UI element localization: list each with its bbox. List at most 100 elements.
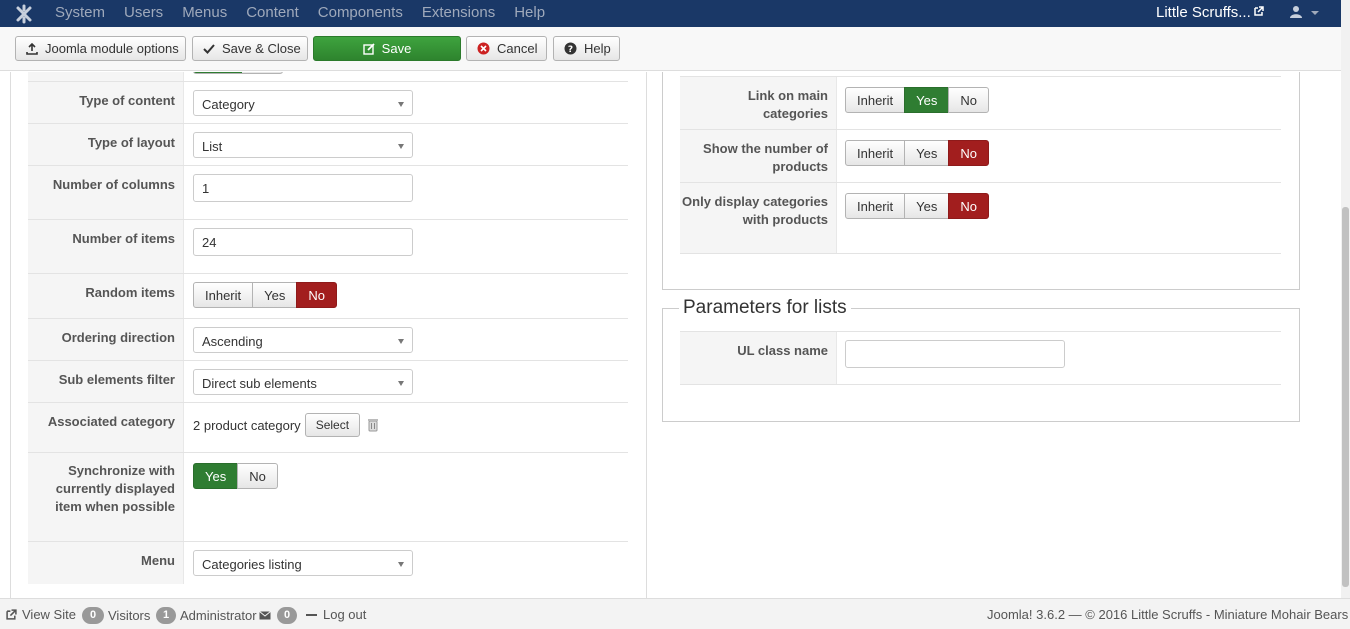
user-icon[interactable] [1289, 5, 1303, 19]
row-ul-class-name: UL class name [680, 331, 1281, 385]
module-options-label: Joomla module options [45, 41, 179, 56]
show-number-products-no[interactable]: No [948, 140, 989, 166]
save-label: Save [381, 41, 412, 56]
random-items-toggle: Inherit Yes No [193, 282, 337, 308]
row-number-of-items: Number of items 24 [28, 220, 628, 274]
random-items-yes[interactable]: Yes [252, 282, 298, 308]
save-button[interactable]: Save [313, 36, 461, 61]
link-main-categories-yes[interactable]: Yes [904, 87, 950, 113]
synchronize-yes[interactable]: Yes [193, 463, 239, 489]
row-menu: Menu Categories listing [28, 542, 628, 584]
random-items-inherit[interactable]: Inherit [193, 282, 254, 308]
page-scrollbar[interactable] [1341, 0, 1350, 598]
visitors-label: Visitors [108, 608, 151, 623]
menu-components[interactable]: Components [318, 4, 403, 21]
only-display-categories-toggle: Inherit Yes No [845, 193, 989, 219]
view-site-link[interactable]: View Site [6, 607, 76, 622]
menu-label: Menu [28, 542, 184, 584]
ordering-direction-value: Ascending [202, 334, 263, 349]
row-show-number-products: Show the number of products Inherit Yes … [680, 130, 1281, 183]
link-main-categories-toggle: Inherit Yes No [845, 87, 989, 113]
left-panel-border [10, 72, 11, 598]
link-main-categories-inherit[interactable]: Inherit [845, 87, 906, 113]
menu-content[interactable]: Content [246, 4, 299, 21]
select-category-button[interactable]: Select [304, 413, 361, 437]
menu-system[interactable]: System [55, 4, 105, 21]
associated-category-value: 2 product category [193, 417, 301, 433]
chevron-down-icon [398, 562, 404, 567]
ordering-direction-select[interactable]: Ascending [193, 327, 413, 353]
menu-select[interactable]: Categories listing [193, 550, 413, 576]
type-of-content-select[interactable]: Category [193, 90, 413, 116]
row-random-items: Random items Inherit Yes No [28, 274, 628, 319]
type-of-layout-value: List [202, 139, 223, 154]
messages-status[interactable]: 0 [259, 607, 301, 624]
edit-icon [362, 42, 375, 55]
menu-value: Categories listing [202, 557, 302, 572]
check-icon [203, 43, 215, 54]
menu-users[interactable]: Users [124, 4, 163, 21]
link-main-categories-label: Link on main categories [680, 77, 837, 129]
minus-icon [306, 613, 317, 616]
only-display-categories-label: Only display categories with products [680, 183, 837, 253]
random-items-label: Random items [28, 274, 184, 318]
main-menu: System Users Menus Content Components Ex… [55, 4, 564, 21]
admin-status: 1 Administrator [156, 607, 257, 624]
trash-icon[interactable] [367, 418, 379, 432]
number-of-columns-label: Number of columns [28, 166, 184, 219]
row-synchronize: Synchronize with currently displayed ite… [28, 453, 628, 542]
associated-category-label: Associated category [28, 403, 184, 452]
number-of-columns-input[interactable]: 1 [193, 174, 413, 202]
row-type-of-content: Type of content Category [28, 82, 628, 124]
only-display-categories-inherit[interactable]: Inherit [845, 193, 906, 219]
chevron-down-icon [398, 144, 404, 149]
status-footer: View Site 0 Visitors 1 Administrator 0 L… [0, 598, 1350, 629]
logout-link[interactable]: Log out [306, 607, 366, 622]
external-link-icon [1254, 6, 1264, 16]
chevron-down-icon [398, 339, 404, 344]
number-of-items-input[interactable]: 24 [193, 228, 413, 256]
chevron-down-icon [398, 381, 404, 386]
row-sub-elements-filter: Sub elements filter Direct sub elements [28, 361, 628, 403]
show-number-products-inherit[interactable]: Inherit [845, 140, 906, 166]
row-associated-category: Associated category 2 product category S… [28, 403, 628, 453]
cancel-button[interactable]: Cancel [466, 36, 547, 61]
synchronize-no[interactable]: No [237, 463, 278, 489]
only-display-categories-no[interactable]: No [948, 193, 989, 219]
toolbar: Joomla module options Save & Close Save … [0, 27, 1341, 71]
show-number-products-toggle: Inherit Yes No [845, 140, 989, 166]
help-icon: ? [564, 42, 577, 55]
sub-elements-filter-select[interactable]: Direct sub elements [193, 369, 413, 395]
scrollbar-thumb[interactable] [1342, 207, 1349, 587]
scrolled-row [28, 72, 628, 82]
help-button[interactable]: ? Help [553, 36, 620, 61]
save-close-button[interactable]: Save & Close [192, 36, 308, 61]
save-close-label: Save & Close [222, 41, 301, 56]
logout-label: Log out [323, 607, 367, 622]
caret-down-icon[interactable] [1311, 11, 1319, 15]
menu-extensions[interactable]: Extensions [422, 4, 495, 21]
svg-text:?: ? [568, 45, 573, 55]
joomla-logo-icon[interactable] [14, 4, 34, 24]
module-options-button[interactable]: Joomla module options [15, 36, 186, 61]
show-number-products-yes[interactable]: Yes [904, 140, 950, 166]
synchronize-toggle: Yes No [193, 463, 278, 489]
top-navbar: System Users Menus Content Components Ex… [0, 0, 1341, 27]
row-type-of-layout: Type of layout List [28, 124, 628, 166]
row-link-main-categories: Link on main categories Inherit Yes No [680, 77, 1281, 130]
site-name-link[interactable]: Little Scruffs... [1156, 4, 1251, 21]
chevron-down-icon [398, 102, 404, 107]
random-items-no[interactable]: No [296, 282, 337, 308]
sub-elements-filter-label: Sub elements filter [28, 361, 184, 402]
menu-menus[interactable]: Menus [182, 4, 227, 21]
help-label: Help [584, 41, 611, 56]
menu-help[interactable]: Help [514, 4, 545, 21]
only-display-categories-yes[interactable]: Yes [904, 193, 950, 219]
type-of-layout-label: Type of layout [28, 124, 184, 165]
type-of-layout-select[interactable]: List [193, 132, 413, 158]
cancel-label: Cancel [497, 41, 538, 56]
envelope-icon [259, 611, 271, 620]
link-main-categories-no[interactable]: No [948, 87, 989, 113]
admin-count-badge: 1 [156, 607, 176, 624]
ul-class-name-input[interactable] [845, 340, 1065, 368]
